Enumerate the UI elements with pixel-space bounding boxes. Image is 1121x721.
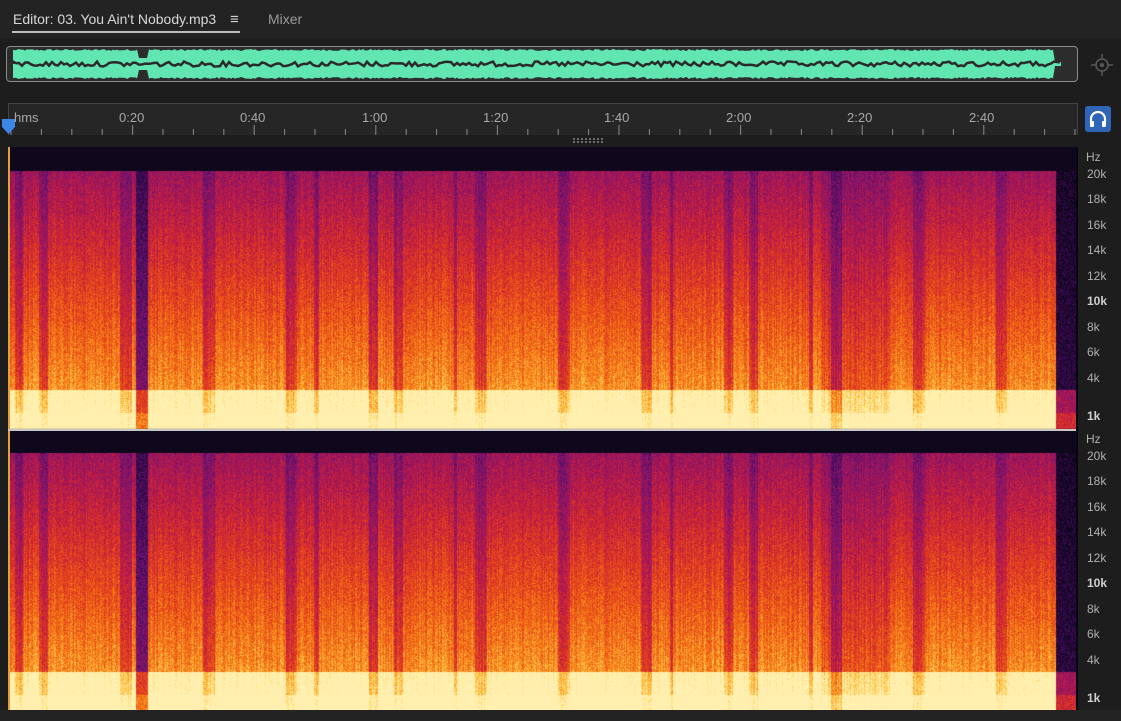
frequency-label: 10k xyxy=(1087,294,1108,308)
overview-waveform xyxy=(13,49,1061,79)
frequency-label: 16k xyxy=(1087,500,1107,514)
panel-resize-grip[interactable] xyxy=(573,138,603,143)
frequency-label: 16k xyxy=(1087,218,1107,232)
playhead-marker[interactable] xyxy=(2,119,15,134)
frequency-unit-label: Hz xyxy=(1086,150,1101,164)
tab-bar: Editor: 03. You Ain't Nobody.mp3 ≡ Mixer xyxy=(0,0,1121,38)
hamburger-menu-icon[interactable]: ≡ xyxy=(230,12,239,27)
tab-mixer[interactable]: Mixer xyxy=(268,11,302,27)
active-tab-indicator xyxy=(12,31,240,33)
headphones-icon[interactable] xyxy=(1085,106,1111,132)
frequency-label: 4k xyxy=(1087,653,1100,667)
zoom-to-selection-icon[interactable] xyxy=(1090,53,1114,77)
frequency-label: 18k xyxy=(1087,192,1107,206)
frequency-label: 20k xyxy=(1087,167,1107,181)
frequency-label: 14k xyxy=(1087,243,1107,257)
frequency-label: 6k xyxy=(1087,627,1100,641)
frequency-unit-label: Hz xyxy=(1086,432,1101,446)
frequency-label: 1k xyxy=(1087,691,1101,705)
overview-navigator[interactable] xyxy=(6,46,1078,82)
frequency-label: 1k xyxy=(1087,409,1101,423)
frequency-label: 6k xyxy=(1087,345,1100,359)
frequency-label: 18k xyxy=(1087,474,1107,488)
time-ruler[interactable]: hms 0:20 0:40 1:00 1:20 1:40 2:00 2:20 2… xyxy=(8,103,1078,135)
frequency-label: 4k xyxy=(1087,371,1100,385)
frequency-label: 10k xyxy=(1087,576,1108,590)
frequency-axis: Hz 20k 18k 16k 14k 12k 10k 8k 6k 4k 1k H… xyxy=(1078,147,1121,710)
bottom-strip xyxy=(0,710,1121,721)
frequency-label: 14k xyxy=(1087,525,1107,539)
frequency-label: 20k xyxy=(1087,449,1107,463)
tab-editor[interactable]: Editor: 03. You Ain't Nobody.mp3 xyxy=(13,11,216,27)
channel-separator xyxy=(8,429,1076,431)
frequency-label: 8k xyxy=(1087,602,1100,616)
frequency-label: 12k xyxy=(1087,269,1107,283)
ruler-ticks xyxy=(10,125,1076,135)
frequency-label: 12k xyxy=(1087,551,1107,565)
frequency-label: 8k xyxy=(1087,320,1100,334)
